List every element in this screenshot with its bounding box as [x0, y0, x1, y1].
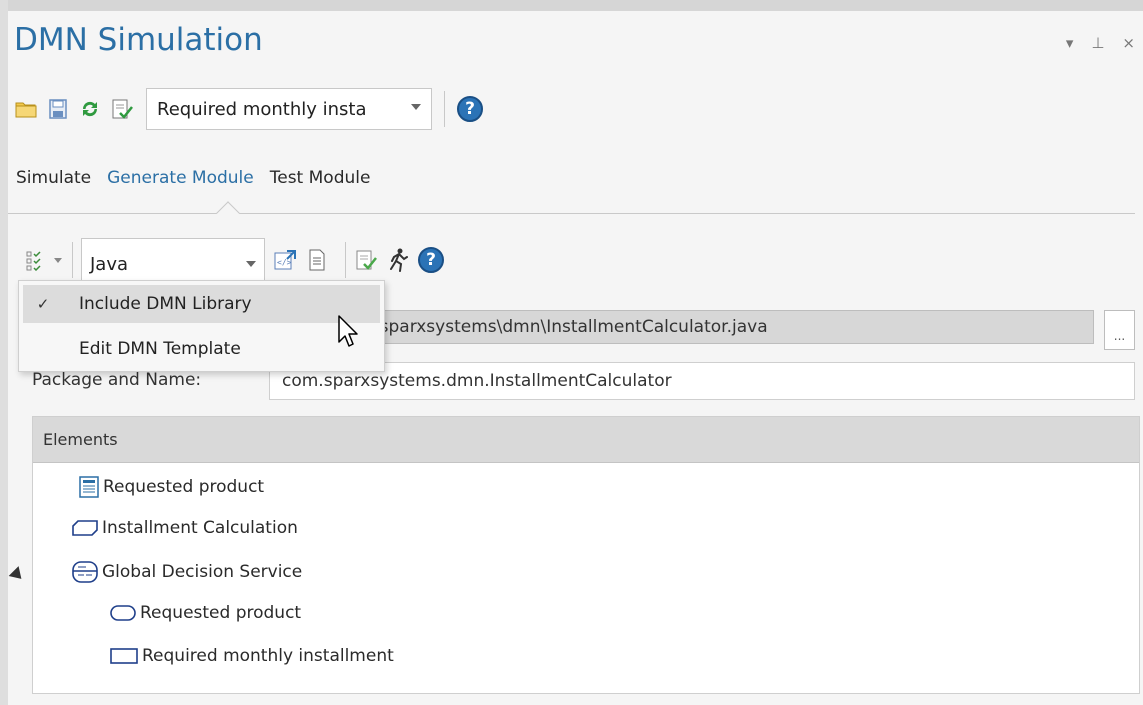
package-name-field[interactable]: com.sparxsystems.dmn.InstallmentCalculat… [269, 362, 1135, 400]
simulation-model-select[interactable]: Required monthly insta [146, 88, 432, 130]
refresh-icon[interactable] [78, 97, 102, 121]
validate-icon[interactable] [110, 97, 134, 121]
tree-item-label: Requested product [103, 477, 265, 497]
tree-item-label: Installment Calculation [102, 518, 298, 538]
chevron-down-icon [411, 104, 421, 110]
run-icon[interactable] [386, 248, 410, 272]
elements-header: Elements [33, 417, 1139, 463]
language-value: Java [90, 254, 129, 275]
input-data-icon [110, 605, 136, 621]
generate-code-icon[interactable]: </> [273, 248, 297, 272]
tree-item[interactable]: Global Decision Service [72, 561, 302, 583]
svg-text:</>: </> [277, 258, 292, 267]
toolbar-separator [72, 242, 73, 278]
decision-icon [110, 648, 138, 664]
help-icon[interactable]: ? [418, 247, 444, 273]
menu-item-label: Include DMN Library [79, 294, 252, 314]
tab-simulate[interactable]: Simulate [16, 168, 91, 188]
options-menu: ✓ Include DMN Library Edit DMN Template [18, 280, 385, 372]
open-folder-icon[interactable] [14, 97, 38, 121]
toolbar-separator [345, 242, 346, 278]
menu-item-include-dmn-library[interactable]: ✓ Include DMN Library [23, 285, 380, 323]
tab-divider [8, 213, 1135, 214]
tree-item-label: Global Decision Service [102, 562, 303, 582]
pin-icon[interactable]: ⊥ [1091, 34, 1104, 52]
tree-item[interactable]: Requested product [110, 603, 301, 623]
validate-module-icon[interactable] [354, 248, 378, 272]
input-data-icon [79, 476, 99, 498]
tab-test-module[interactable]: Test Module [270, 168, 371, 188]
help-icon[interactable]: ? [457, 96, 483, 122]
package-name-value: com.sparxsystems.dmn.InstallmentCalculat… [282, 371, 672, 391]
chevron-down-icon [246, 261, 256, 267]
options-dropdown-arrow[interactable] [54, 257, 62, 263]
main-toolbar: Required monthly insta ? [14, 88, 483, 130]
panel-menu-icon[interactable]: ▾ [1066, 34, 1074, 52]
tree-item[interactable]: Requested product [79, 476, 264, 498]
menu-item-label: Edit DMN Template [79, 339, 241, 359]
window-top-border [0, 0, 1143, 11]
close-icon[interactable]: × [1122, 34, 1135, 52]
tab-bar: Simulate Generate Module Test Module [16, 168, 386, 188]
save-icon[interactable] [46, 97, 70, 121]
decision-service-icon [72, 561, 98, 583]
tree-item[interactable]: Required monthly installment [110, 646, 394, 666]
panel-title: DMN Simulation [14, 22, 263, 58]
bkm-icon [72, 520, 98, 536]
active-tab-indicator [216, 201, 240, 214]
package-name-label: Package and Name: [32, 370, 202, 390]
tree-item-label: Requested product [140, 603, 302, 623]
tree-item-label: Required monthly installment [142, 646, 394, 666]
title-controls: ▾ ⊥ × [1066, 34, 1135, 52]
simulation-model-value: Required monthly insta [157, 98, 367, 120]
mouse-cursor-icon [338, 315, 360, 353]
toolbar-separator [444, 91, 445, 127]
view-source-icon[interactable] [305, 248, 329, 272]
language-select[interactable]: Java [81, 238, 265, 282]
check-icon: ✓ [36, 295, 50, 313]
menu-item-edit-dmn-template[interactable]: Edit DMN Template [23, 330, 380, 368]
tree-item[interactable]: Installment Calculation [72, 518, 298, 538]
tab-generate-module[interactable]: Generate Module [107, 168, 254, 188]
options-list-icon[interactable] [24, 248, 48, 272]
window-left-border [0, 0, 8, 705]
generate-toolbar: Java </> ? [24, 238, 444, 282]
output-file-field[interactable]: kageB\com\sparxsystems\dmn\InstallmentCa… [268, 310, 1094, 344]
browse-button[interactable]: ... [1104, 310, 1135, 350]
